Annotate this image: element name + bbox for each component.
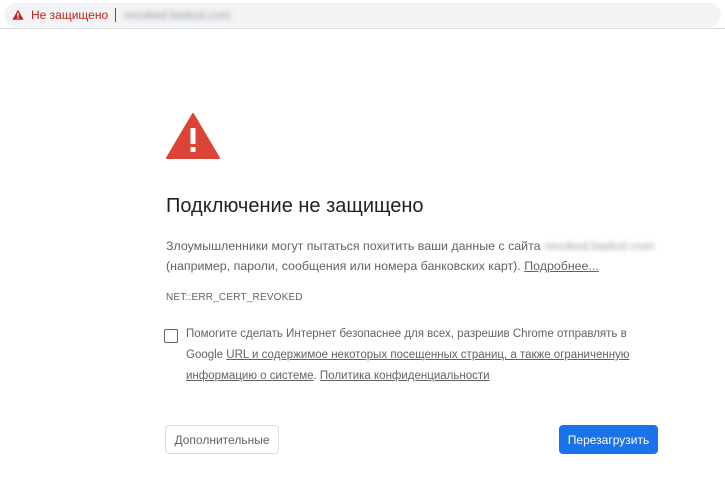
browser-toolbar: Не защищено revoked.badssl.com: [0, 0, 725, 29]
extended-reporting-option: Помогите сделать Интернет безопаснее для…: [164, 326, 664, 387]
extended-reporting-label: Помогите сделать Интернет безопаснее для…: [186, 324, 656, 387]
interstitial-main: Подключение не защищено Злоумышленники м…: [166, 112, 661, 303]
privacy-policy-link[interactable]: Политика конфиденциальности: [320, 370, 490, 382]
reload-button[interactable]: Перезагрузить: [559, 425, 658, 454]
error-code: NET::ERR_CERT_REVOKED: [166, 292, 303, 303]
warning-triangle-icon: [166, 113, 220, 159]
site-host: revoked.badssl.com: [543, 239, 655, 253]
omnibox-separator: [115, 8, 117, 22]
page-title: Подключение не защищено: [166, 195, 424, 217]
explanation-text: Злоумышленники могут пытаться похитить в…: [166, 239, 544, 253]
omnibox-url[interactable]: revoked.badssl.com: [124, 8, 231, 22]
explanation-paragraph: Злоумышленники могут пытаться похитить в…: [166, 236, 661, 276]
extended-reporting-checkbox[interactable]: [164, 329, 178, 343]
warning-triangle-icon[interactable]: [12, 9, 24, 21]
explanation-text-after: (например, пароли, сообщения или номера …: [166, 259, 525, 273]
security-status-label[interactable]: Не защищено: [31, 8, 108, 22]
learn-more-link[interactable]: Подробнее...: [524, 259, 599, 273]
omnibox[interactable]: Не защищено revoked.badssl.com: [4, 3, 721, 27]
advanced-button[interactable]: Дополнительные: [165, 425, 279, 454]
